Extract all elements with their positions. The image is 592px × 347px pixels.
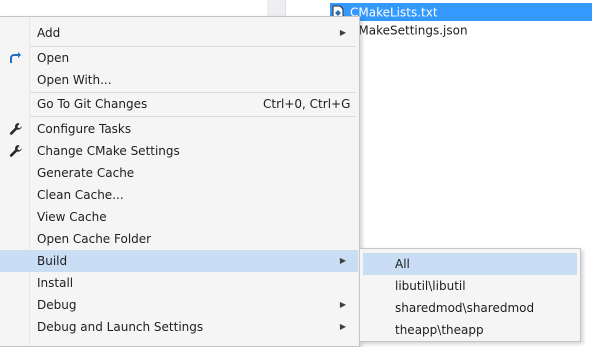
submenu-item-label: theapp\theapp — [395, 323, 484, 337]
menu-item-label: Configure Tasks — [37, 122, 132, 136]
submenu-item-sharedmod[interactable]: sharedmod\sharedmod — [363, 297, 577, 319]
menu-item-build[interactable]: Build ▶ — [0, 250, 358, 272]
menu-item-label: Change CMake Settings — [37, 144, 180, 158]
menu-item-debug-and-launch-settings[interactable]: Debug and Launch Settings ▶ — [0, 316, 358, 338]
menu-separator — [30, 116, 356, 117]
menu-item-go-to-git-changes[interactable]: Go To Git Changes Ctrl+0, Ctrl+G — [0, 93, 358, 115]
menu-item-open-with[interactable]: Open With... — [0, 69, 358, 91]
menu-item-add[interactable]: Add ▶ — [0, 22, 358, 44]
menu-item-label: Add — [37, 26, 61, 40]
wrench-icon — [8, 121, 24, 137]
menu-item-view-cache[interactable]: View Cache — [0, 206, 358, 228]
menu-item-configure-tasks[interactable]: Configure Tasks — [0, 118, 358, 140]
submenu-item-label: All — [395, 257, 410, 271]
menu-item-open-cache-folder[interactable]: Open Cache Folder — [0, 228, 358, 250]
submenu-item-label: libutil\libutil — [395, 279, 466, 293]
submenu-item-label: sharedmod\sharedmod — [395, 301, 535, 315]
menu-item-label: Go To Git Changes — [37, 97, 148, 111]
submenu-arrow-icon: ▶ — [339, 28, 346, 37]
submenu-item-libutil[interactable]: libutil\libutil — [363, 275, 577, 297]
menu-item-label: Debug and Launch Settings — [37, 320, 204, 334]
context-menu: Add ▶ Open Open With... Go To Git Change… — [0, 16, 360, 347]
menu-item-open[interactable]: Open — [0, 47, 358, 69]
menu-item-label: Install — [37, 276, 74, 290]
submenu-item-all[interactable]: All — [363, 253, 577, 275]
menu-item-label: View Cache — [37, 210, 107, 224]
menu-item-label: Debug — [37, 298, 77, 312]
tree-item-label: CMakeSettings.json — [350, 23, 468, 38]
submenu-arrow-icon: ▶ — [339, 300, 346, 309]
menu-item-clean-cache[interactable]: Clean Cache... — [0, 184, 358, 206]
menu-item-label: Generate Cache — [37, 166, 135, 180]
menu-item-generate-cache[interactable]: Generate Cache — [0, 162, 358, 184]
menu-item-label: Clean Cache... — [37, 188, 124, 202]
menu-item-debug[interactable]: Debug ▶ — [0, 294, 358, 316]
submenu-arrow-icon: ▶ — [339, 256, 346, 265]
menu-item-label: Open Cache Folder — [37, 232, 152, 246]
menu-item-label: Open — [37, 51, 70, 65]
menu-item-label: Build — [37, 254, 68, 268]
tree-item-cmakelists[interactable]: CMakeLists.txt — [330, 3, 592, 21]
menu-item-label: Open With... — [37, 73, 112, 87]
submenu-item-theapp[interactable]: theapp\theapp — [363, 319, 577, 341]
menu-item-install[interactable]: Install — [0, 272, 358, 294]
submenu-arrow-icon: ▶ — [339, 322, 346, 331]
tree-item-label: CMakeLists.txt — [350, 5, 438, 20]
wrench-icon — [8, 143, 24, 159]
build-submenu: All libutil\libutil sharedmod\sharedmod … — [359, 248, 581, 342]
open-arrow-icon — [8, 50, 24, 66]
menu-item-shortcut: Ctrl+0, Ctrl+G — [263, 97, 351, 111]
menu-item-change-cmake-settings[interactable]: Change CMake Settings — [0, 140, 358, 162]
